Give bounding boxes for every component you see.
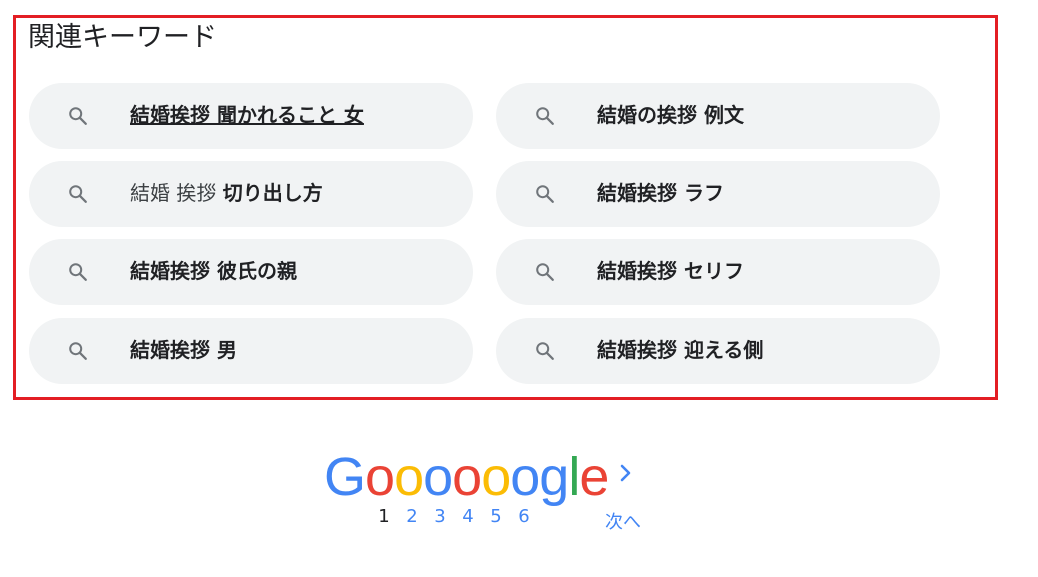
related-search-label: 結婚挨拶 迎える側	[597, 338, 764, 362]
search-icon	[69, 185, 87, 203]
pagination-pages: 123456	[370, 506, 538, 527]
related-search-label: 結婚挨拶 セリフ	[597, 259, 744, 283]
logo-letter: o	[394, 447, 424, 507]
related-search-label: 結婚挨拶 ラフ	[597, 181, 724, 205]
related-search-label: 結婚挨拶 聞かれること 女	[130, 103, 364, 127]
logo-letter: o	[510, 447, 540, 507]
search-icon	[536, 107, 554, 125]
search-icon	[69, 107, 87, 125]
logo-letter: o	[452, 447, 482, 507]
next-page-link[interactable]: 次へ	[605, 508, 641, 534]
related-search-label: 結婚挨拶 彼氏の親	[130, 259, 297, 283]
logo-letter: o	[365, 447, 395, 507]
search-icon	[536, 342, 554, 360]
related-keywords-title: 関連キーワード	[28, 22, 217, 53]
chevron-right-icon[interactable]	[616, 461, 636, 485]
page-link[interactable]: 4	[454, 506, 482, 527]
related-search-item[interactable]: 結婚挨拶 迎える側	[496, 318, 940, 384]
related-search-item[interactable]: 結婚挨拶 セリフ	[496, 239, 940, 305]
related-search-item[interactable]: 結婚挨拶 ラフ	[496, 161, 940, 227]
related-search-item[interactable]: 結婚挨拶 男	[29, 318, 473, 384]
logo-letter: e	[579, 447, 609, 507]
page-link[interactable]: 3	[426, 506, 454, 527]
page-link[interactable]: 6	[510, 506, 538, 527]
related-search-item[interactable]: 結婚挨拶 聞かれること 女	[29, 83, 473, 149]
logo-letter: l	[568, 447, 580, 507]
logo-letter: o	[481, 447, 511, 507]
search-icon	[536, 263, 554, 281]
search-icon	[69, 263, 87, 281]
pagination-logo: Goooooogle	[324, 447, 609, 507]
page-link[interactable]: 5	[482, 506, 510, 527]
related-search-label: 結婚の挨拶 例文	[597, 103, 744, 127]
related-search-item[interactable]: 結婚の挨拶 例文	[496, 83, 940, 149]
related-search-label: 結婚 挨拶 切り出し方	[130, 181, 323, 205]
related-search-item[interactable]: 結婚挨拶 彼氏の親	[29, 239, 473, 305]
logo-letter: G	[324, 447, 366, 507]
search-icon	[536, 185, 554, 203]
related-search-item[interactable]: 結婚 挨拶 切り出し方	[29, 161, 473, 227]
logo-letter: o	[423, 447, 453, 507]
page-link[interactable]: 2	[398, 506, 426, 527]
page-link: 1	[378, 506, 390, 527]
search-icon	[69, 342, 87, 360]
logo-letter: g	[539, 447, 569, 507]
related-search-label: 結婚挨拶 男	[130, 338, 237, 362]
